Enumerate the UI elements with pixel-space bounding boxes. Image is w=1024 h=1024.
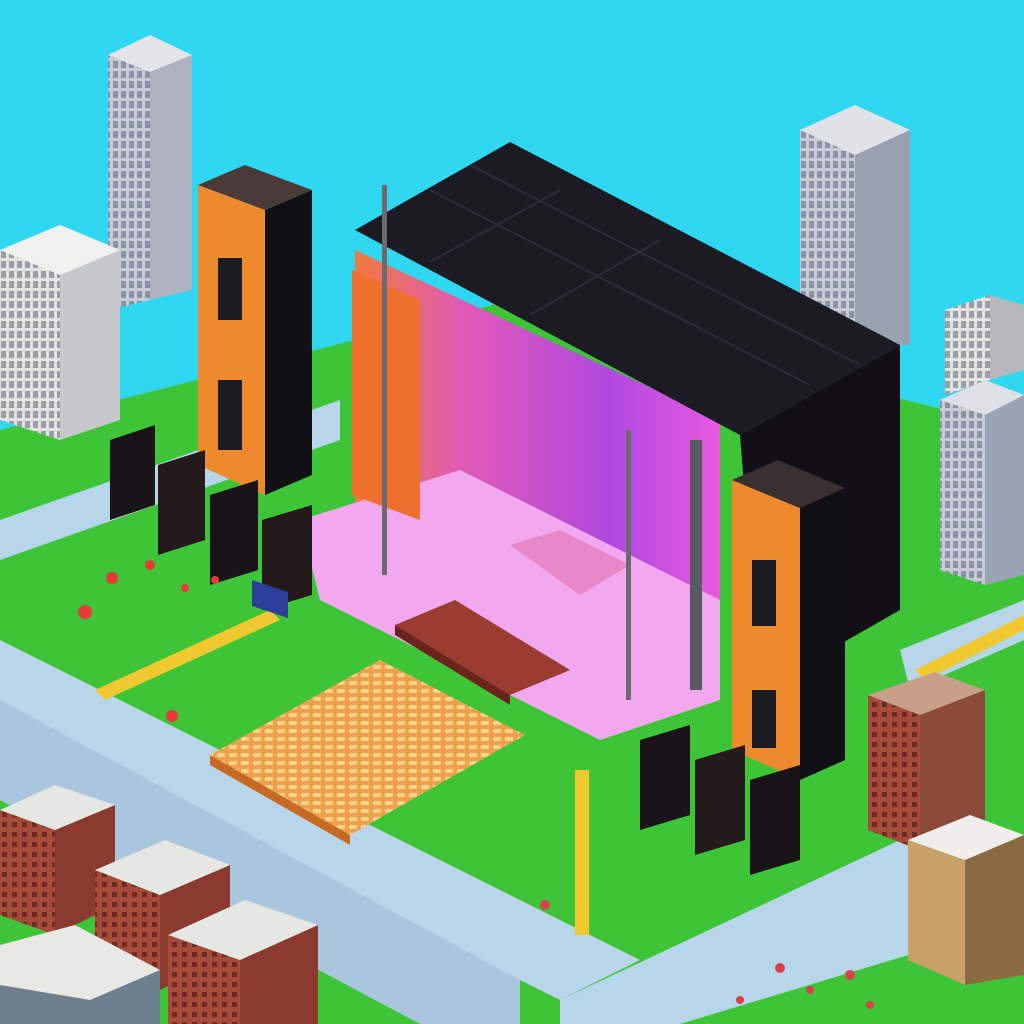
brick-tower-right-front (868, 695, 920, 850)
light-pole-1 (382, 185, 387, 575)
brick-building-1-front (0, 810, 55, 935)
orange-tower-left-window-1 (218, 258, 242, 320)
orange-tower-left-window-2 (218, 380, 242, 450)
skyscraper-left-side (150, 35, 192, 300)
isometric-city-scene (0, 0, 1024, 1024)
orange-tower-right-window-1 (752, 560, 776, 626)
orange-tower-right-side (800, 488, 845, 780)
speaker-block-1 (110, 425, 155, 520)
orange-tower-left-side (265, 190, 312, 495)
speaker-block-7 (750, 765, 800, 875)
speaker-block-5 (640, 725, 690, 830)
orange-tower-right-window-2 (752, 690, 776, 748)
tan-building-front (908, 840, 965, 985)
tan-building-side (965, 835, 1024, 985)
speaker-block-6 (695, 745, 745, 855)
light-pole-3 (690, 440, 702, 690)
speaker-block-3 (210, 480, 258, 585)
white-building-right-side (990, 295, 1024, 380)
yellow-path-vertical (575, 770, 589, 935)
speaker-block-2 (158, 450, 205, 555)
light-pole-2 (626, 430, 631, 700)
white-building-right-front (945, 295, 990, 395)
